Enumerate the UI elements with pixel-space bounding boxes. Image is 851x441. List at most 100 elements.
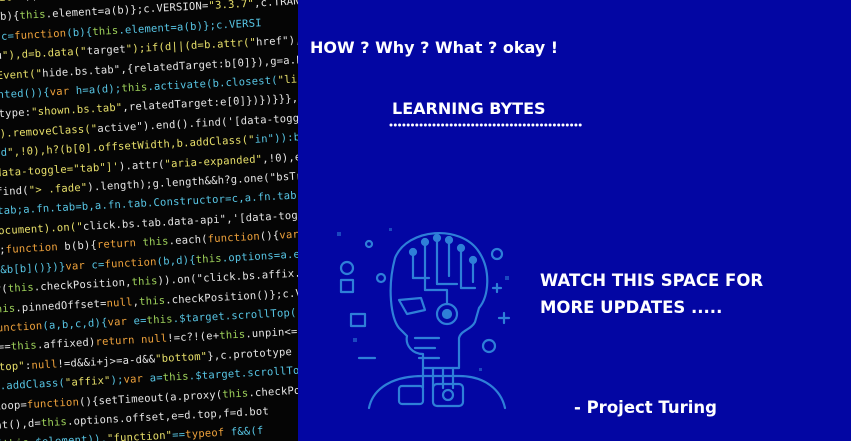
code-token: this (7, 281, 35, 295)
code-token: rigger({type: (0, 106, 32, 124)
code-token: function (0, 320, 43, 335)
code-token: .pinnedOffset= (15, 297, 107, 314)
code-token: (a,b,c,d){ (42, 316, 108, 332)
code-token: target (86, 43, 127, 58)
code-token: .activate(b.closest( (147, 74, 279, 94)
code-token: '[data-toggle="tab"]' (0, 160, 120, 180)
code-token: ,!0),e& (261, 150, 298, 166)
code-token: .height(),d= (0, 417, 42, 434)
code-token: return (95, 334, 135, 349)
code-token: c= (84, 258, 105, 272)
code-token: ").removeClass(" (0, 122, 98, 141)
code-token: a= (142, 372, 164, 386)
code-token: this (10, 339, 38, 354)
code-token: this (121, 81, 148, 95)
code-token: this (0, 301, 16, 316)
code-token: f&&(f (224, 425, 264, 440)
code-token: == (171, 429, 186, 441)
banner: ("use strict");function b(b){return this… (0, 0, 851, 441)
code-token: "aria-expanded" (164, 153, 263, 171)
code-token: var (107, 315, 128, 329)
code-token: b(b){ (57, 239, 98, 254)
code-token: !=d&&i+j>=a-d&& (57, 352, 156, 371)
code-token: EventLoop= (0, 398, 28, 414)
code-token: this (195, 252, 223, 266)
code-token: this (142, 235, 169, 250)
code-token: },c.prototype (206, 345, 293, 363)
code-token: .$target.scrollTop (188, 364, 298, 383)
code-token: ultPrevented()){ (0, 86, 51, 104)
update-line-1: WATCH THIS SPACE FOR (540, 271, 764, 290)
code-token: ).attr( (118, 158, 165, 173)
code-token: "),f=a.Event(" (0, 67, 43, 85)
code-token: ()!!!d.find( (0, 184, 30, 201)
code-token: .unpin<=f.t (245, 325, 298, 341)
update-line-2: MORE UPDATES ..... (540, 298, 723, 317)
code-token: (){ (259, 229, 280, 243)
code-token: .checkPo (248, 384, 298, 399)
code-token: this (222, 386, 249, 401)
code-token: this (162, 370, 190, 384)
code-token: "affix" (64, 374, 111, 390)
code-token: function (13, 27, 67, 42)
code-token: return (96, 237, 137, 252)
code-token: .$element)), (29, 433, 108, 441)
code-token: ")a(document).on(" (0, 220, 84, 239)
code-token: this (3, 437, 30, 441)
code-token: (b){ (0, 10, 20, 24)
code-token: var (279, 228, 298, 242)
code-token: !=c?!(e+ (166, 330, 220, 345)
code-token: (b,d){ (156, 253, 197, 268)
code-token: .$target.scrollTop(),f (172, 305, 298, 326)
code-token: "),d=b.data(" (1, 45, 88, 63)
code-token: e= (126, 314, 147, 328)
tagline: HOW ? Why ? What ? okay ! (310, 38, 559, 57)
robot-head-icon (337, 228, 511, 410)
code-token: "use strict" (0, 0, 25, 7)
code-token: this (19, 8, 47, 23)
code-token: .checkPosition, (33, 276, 132, 294)
code-token: "li" (277, 73, 298, 87)
code-token: this (40, 415, 68, 430)
code-token: typeof (184, 427, 225, 441)
code-token: ,c.TRANSITION_ (253, 0, 298, 10)
code-token: function (104, 255, 157, 271)
code-token: "bottom" (154, 350, 208, 365)
code-token: this (131, 275, 158, 289)
code-token: var (65, 259, 86, 273)
code-token: function (26, 395, 80, 411)
code-token: (b){ (65, 25, 93, 40)
code-token: null (31, 358, 58, 372)
code-token: ");if(d||(d=b.attr(" (125, 36, 257, 56)
code-token: href"),d=d&&d (255, 32, 298, 49)
code-lines: ("use strict");function b(b){return this… (0, 0, 298, 441)
code-token: in")):b.r (254, 130, 298, 146)
brand-title: LEARNING BYTES (392, 99, 546, 118)
code-background-panel: ("use strict");function b(b){return this… (0, 0, 298, 441)
code-token: this (138, 294, 166, 308)
code-token: this (146, 313, 174, 327)
code-token: c= (0, 29, 15, 43)
code-token: .affixed) (36, 336, 96, 352)
code-token: var (123, 373, 144, 387)
code-token: "> .fade" (28, 181, 88, 197)
code-token: "shown.bs.tab" (30, 102, 123, 119)
code-token: "function" (106, 429, 173, 441)
code-token: null (140, 332, 168, 347)
code-token: peof b&&b[b]()})} (0, 260, 66, 279)
code-token: "3.3.7" (208, 0, 255, 13)
code-token: .each( (168, 233, 209, 248)
dotted-underline (389, 123, 582, 127)
code-token: function (207, 230, 261, 246)
credit-signature: - Project Turing (574, 398, 717, 417)
code-token: this (219, 328, 246, 343)
code-token: var (49, 85, 70, 99)
code-token: "top" (0, 359, 26, 374)
banner-content-panel: HOW ? Why ? What ? okay ! LEARNING BYTES (298, 0, 851, 441)
code-token: this (92, 24, 119, 38)
code-token: null (106, 295, 133, 310)
code-token: ); (25, 0, 39, 3)
code-token: function (5, 241, 59, 257)
code-token: RESET).addClass( (0, 377, 66, 395)
code-token: .options=a.ext (221, 247, 298, 265)
